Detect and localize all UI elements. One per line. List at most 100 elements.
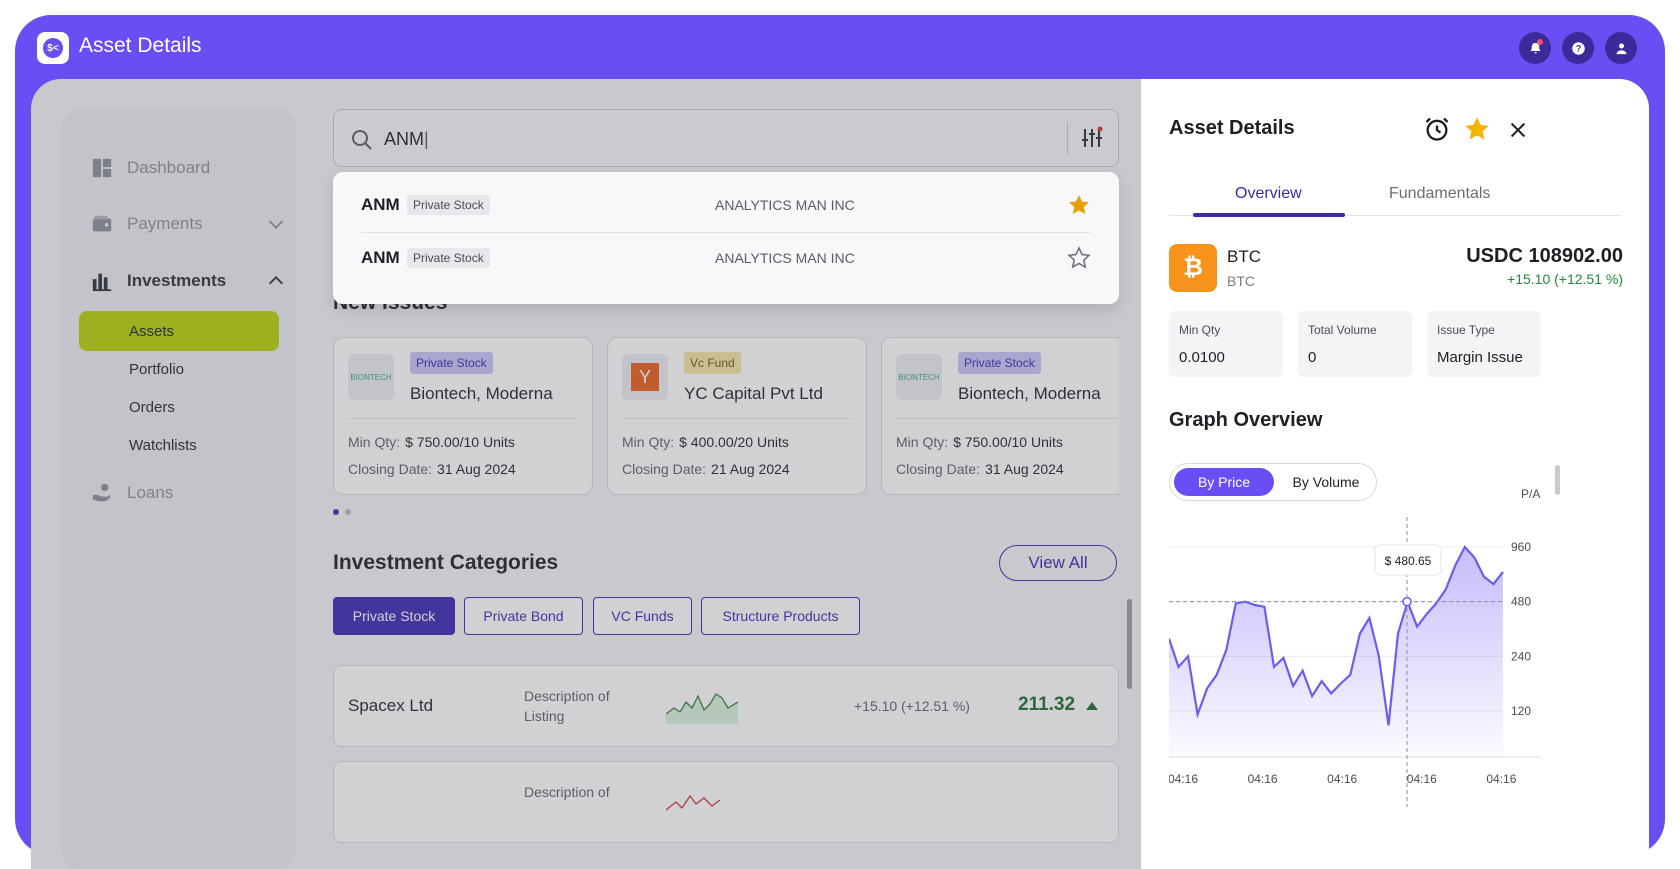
search-result[interactable]: ANM Private Stock ANALYTICS MAN INC — [361, 180, 1091, 230]
star-filled-icon[interactable] — [1067, 193, 1091, 217]
stat-issue-type: Issue Type Margin Issue — [1427, 311, 1541, 377]
y-tick-label: 120 — [1511, 704, 1531, 718]
help-button[interactable]: ? — [1562, 32, 1594, 64]
sparkline — [666, 693, 738, 724]
min-qty-line: Min Qty: $ 750.00/10 Units — [896, 434, 1063, 450]
tab-fundamentals[interactable]: Fundamentals — [1389, 185, 1490, 203]
asset-details-panel: Asset Details Overview Fundamentals ₿ BT… — [1141, 79, 1649, 869]
stat-label: Issue Type — [1437, 323, 1495, 337]
profile-button[interactable] — [1605, 32, 1637, 64]
sparkline — [666, 794, 721, 811]
by-price-button[interactable]: By Price — [1174, 468, 1274, 496]
x-tick-label: 04:16 — [1486, 772, 1516, 786]
tab-private-bond[interactable]: Private Bond — [464, 597, 583, 635]
sidebar-item-label: Payments — [127, 214, 203, 233]
sidebar-item-payments[interactable]: Payments — [91, 213, 284, 235]
app-logo[interactable]: $< — [37, 32, 69, 64]
scrollbar[interactable] — [1127, 599, 1132, 689]
chevron-up-icon[interactable] — [265, 270, 287, 292]
notification-button[interactable] — [1519, 32, 1551, 64]
by-volume-button[interactable]: By Volume — [1278, 468, 1374, 496]
sidebar-item-label: Dashboard — [127, 158, 211, 177]
stat-value: 0.0100 — [1179, 349, 1225, 366]
notification-dot — [1537, 39, 1543, 45]
issue-name: YC Capital Pvt Ltd — [684, 384, 823, 403]
sidebar-subitem-portfolio[interactable]: Portfolio — [79, 349, 279, 389]
app-title: Asset Details — [79, 34, 202, 57]
top-bar: $< Asset Details ? — [15, 15, 1665, 79]
closing-date-line: Closing Date: 31 Aug 2024 — [348, 461, 516, 477]
sidebar-item-label: Loans — [127, 483, 174, 502]
divider — [622, 418, 852, 419]
sidebar-item-dashboard[interactable]: Dashboard — [91, 157, 210, 179]
listing-description: Description of Listing — [524, 688, 610, 724]
y-tick-label: 480 — [1511, 595, 1531, 609]
x-tick-label: 04:16 — [1248, 772, 1278, 786]
graph-overview-title: Graph Overview — [1169, 409, 1323, 431]
dashboard-icon — [92, 158, 112, 178]
sidebar-subitem-orders[interactable]: Orders — [79, 387, 279, 427]
investment-categories-title: Investment Categories — [333, 551, 559, 574]
asset-price: USDC 108902.00 — [1466, 245, 1623, 267]
sidebar-item-loans[interactable]: Loans — [91, 482, 173, 504]
issue-card[interactable]: BIONTECH Private Stock Biontech, Moderna… — [881, 337, 1119, 495]
sidebar-item-investments[interactable]: Investments — [91, 270, 284, 292]
divider — [348, 418, 578, 419]
view-all-button[interactable]: View All — [999, 545, 1117, 581]
issue-name: Biontech, Moderna — [410, 384, 553, 403]
tab-vc-funds[interactable]: VC Funds — [593, 597, 692, 635]
alarm-clock-icon[interactable] — [1423, 115, 1451, 143]
search-divider — [1067, 122, 1068, 154]
search-bar[interactable]: ANM| — [333, 109, 1119, 167]
active-tab-indicator — [1193, 213, 1345, 217]
listing-row[interactable]: Spacex Ltd Description of Listing +15.10… — [333, 665, 1119, 747]
filter-sliders-icon[interactable] — [1080, 126, 1104, 150]
bitcoin-icon: ₿ — [1169, 244, 1217, 292]
result-name: ANALYTICS MAN INC — [715, 249, 855, 266]
type-badge: Private Stock — [410, 352, 493, 374]
result-type-badge: Private Stock — [407, 195, 490, 215]
stat-value: Margin Issue — [1437, 349, 1523, 366]
asset-subtitle: BTC — [1227, 273, 1255, 289]
issue-card[interactable]: Y Vc Fund YC Capital Pvt Ltd Min Qty: $ 4… — [607, 337, 867, 495]
price-chart[interactable]: 120 240 480 960 $ 480.65 04:16 04:16 04:16 04:16… — [1169, 517, 1549, 807]
type-badge: Vc Fund — [684, 352, 741, 374]
sidebar-item-label: Investments — [127, 271, 227, 290]
tab-overview[interactable]: Overview — [1235, 185, 1302, 203]
tab-structure-products[interactable]: Structure Products — [701, 597, 860, 635]
listing-change: +15.10 (+12.51 %) — [854, 698, 970, 714]
tooltip-value: $ 480.65 — [1385, 554, 1432, 568]
result-name: ANALYTICS MAN INC — [715, 197, 855, 213]
sidebar-subitem-assets[interactable]: Assets — [79, 311, 279, 351]
arrow-up-icon — [1086, 702, 1098, 710]
stat-label: Total Volume — [1308, 323, 1377, 337]
issue-name: Biontech, Moderna — [958, 384, 1101, 403]
company-logo: Y — [622, 354, 668, 400]
help-icon: ? — [1571, 41, 1585, 55]
listing-row[interactable]: Description of — [333, 761, 1119, 843]
type-badge: Private Stock — [958, 352, 1041, 374]
search-result[interactable]: ANM Private Stock ANALYTICS MAN INC — [361, 232, 1091, 282]
issue-card[interactable]: BIONTECH Private Stock Biontech, Moderna… — [333, 337, 593, 495]
closing-date-line: Closing Date: 21 Aug 2024 — [622, 461, 790, 477]
search-input[interactable]: ANM| — [384, 129, 429, 150]
company-logo: BIONTECH — [348, 354, 394, 400]
search-results-dropdown: ANM Private Stock ANALYTICS MAN INC ANM … — [333, 172, 1119, 304]
carousel-dot[interactable] — [333, 509, 339, 515]
star-filled-icon[interactable] — [1463, 115, 1491, 143]
chevron-down-icon[interactable] — [265, 213, 287, 235]
close-icon[interactable] — [1507, 119, 1529, 141]
sidebar-subitem-watchlists[interactable]: Watchlists — [79, 425, 279, 465]
y-tick-label: 960 — [1511, 540, 1531, 554]
tab-private-stock[interactable]: Private Stock — [333, 597, 455, 635]
background-page: Dashboard Payments Investments Assets Po… — [31, 79, 1141, 869]
asset-symbol: BTC — [1227, 247, 1261, 266]
star-outline-icon[interactable] — [1067, 245, 1091, 270]
user-icon — [1616, 43, 1626, 54]
result-symbol: ANM — [361, 195, 400, 214]
y-axis-unit: P/A — [1521, 487, 1541, 501]
sidebar: Dashboard Payments Investments Assets Po… — [61, 109, 297, 869]
panel-scrollbar[interactable] — [1555, 465, 1560, 495]
carousel-dot[interactable] — [345, 509, 351, 515]
divider — [896, 418, 1119, 419]
